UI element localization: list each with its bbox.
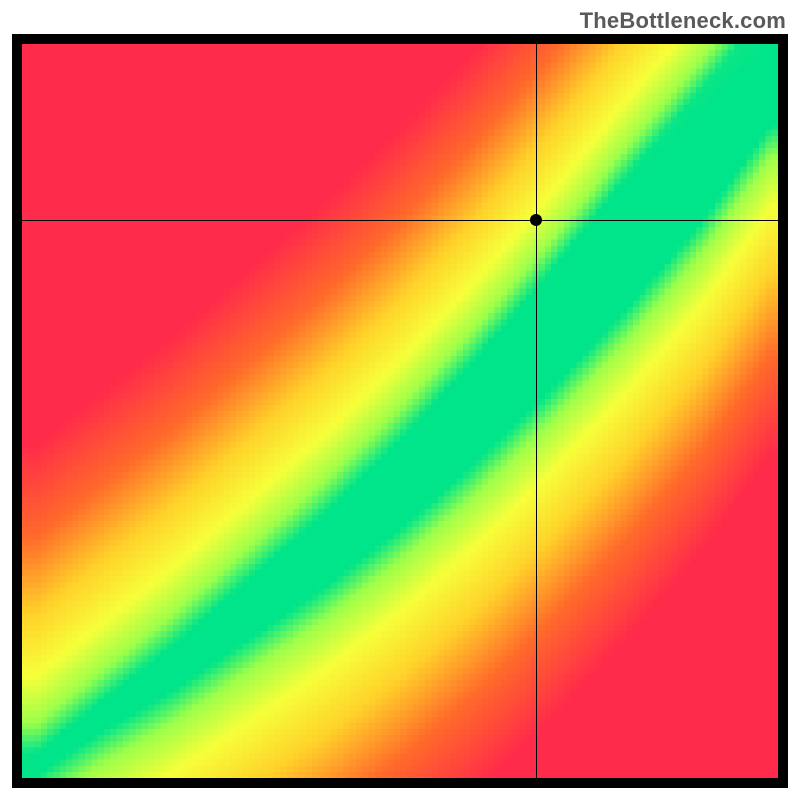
plot-frame xyxy=(12,34,788,788)
crosshair-vertical xyxy=(536,44,537,778)
heatmap-canvas xyxy=(22,44,778,778)
watermark-text: TheBottleneck.com xyxy=(580,8,786,34)
crosshair-horizontal xyxy=(22,220,778,221)
heatmap-plot xyxy=(22,44,778,778)
